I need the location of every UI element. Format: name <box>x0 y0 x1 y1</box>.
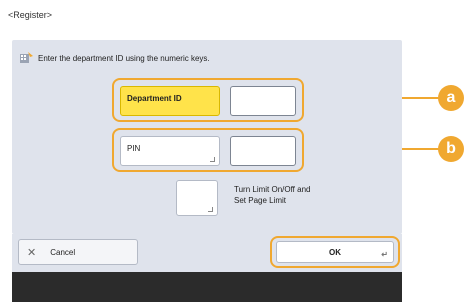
pin-input[interactable] <box>230 136 296 166</box>
turn-limit-label: Turn Limit On/Off and Set Page Limit <box>234 185 311 205</box>
department-id-input[interactable] <box>230 86 296 116</box>
cancel-label: Cancel <box>50 247 76 257</box>
action-bar: ✕ Cancel OK ↵ <box>12 234 402 272</box>
ok-label: OK <box>329 247 341 257</box>
instruction-row: Enter the department ID using the numeri… <box>20 52 210 64</box>
cancel-button[interactable]: ✕ Cancel <box>18 239 138 265</box>
ok-highlight: OK ↵ <box>270 236 400 268</box>
callout-b: b <box>438 136 464 162</box>
close-icon: ✕ <box>27 246 37 259</box>
turn-limit-button[interactable] <box>176 180 218 216</box>
callout-line-a <box>402 97 442 99</box>
ok-button[interactable]: OK ↵ <box>276 241 394 263</box>
footer-bar <box>12 272 402 302</box>
instruction-text: Enter the department ID using the numeri… <box>38 53 210 63</box>
screen-caption: <Register> <box>8 10 53 20</box>
department-id-label: Department ID <box>127 94 182 103</box>
callout-line-b <box>402 148 442 150</box>
department-id-group: Department ID <box>112 78 304 122</box>
enter-icon: ↵ <box>381 250 388 259</box>
numeric-keypad-icon <box>20 52 33 64</box>
pin-label: PIN <box>127 144 141 153</box>
pin-button[interactable]: PIN <box>120 136 220 166</box>
pin-group: PIN <box>112 128 304 172</box>
callout-a: a <box>438 85 464 111</box>
corner-mark-icon <box>208 207 213 212</box>
corner-mark-icon <box>210 157 215 162</box>
register-panel: Enter the department ID using the numeri… <box>12 40 402 234</box>
department-id-button[interactable]: Department ID <box>120 86 220 116</box>
